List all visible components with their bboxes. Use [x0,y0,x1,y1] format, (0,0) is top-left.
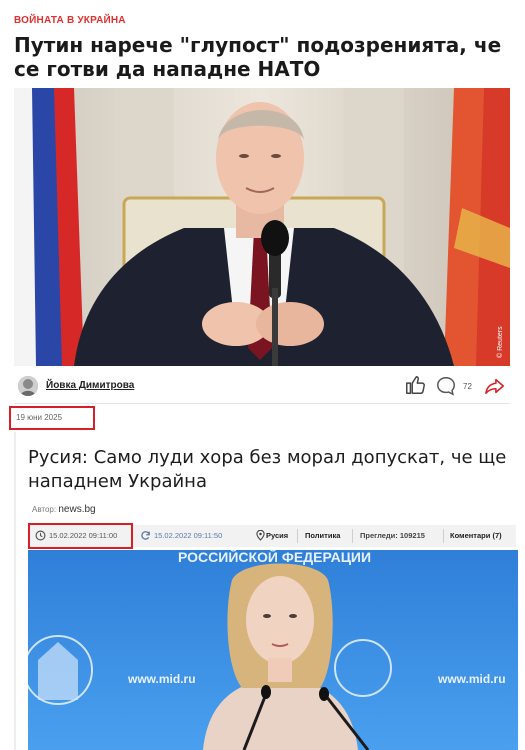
backdrop-text-left: www.mid.ru [127,672,196,686]
divider [14,403,510,404]
russian-flag-left [14,88,84,366]
views-counter: Прегледи: 109215 [360,531,425,540]
author-link[interactable]: Йовка Димитрова [46,380,134,391]
backdrop-text-top: РОССИЙСКОЙ ФЕДЕРАЦИИ [178,550,371,565]
share-arrow-icon[interactable] [484,376,506,396]
photo-credit: © Reuters [496,326,504,358]
category-label[interactable]: ВОЙНАТА В УКРАЙНА [14,15,126,26]
zakharova-photo-illustration: РОССИЙСКОЙ ФЕДЕРАЦИИ www.mid.ru www.mid.… [28,550,518,750]
second-article-title[interactable]: Русия: Само луди хора без морал допускат… [28,446,508,494]
thumbs-up-icon[interactable] [404,374,426,396]
putin-photo-illustration: © Reuters [14,88,510,366]
views-label: Прегледи: [360,531,398,540]
second-article-photo[interactable]: РОССИЙСКОЙ ФЕДЕРАЦИИ www.mid.ru www.mid.… [28,550,518,750]
author-source[interactable]: news.bg [58,504,95,515]
article-date: 19 юни 2025 [16,413,63,422]
second-article-author: Автор: news.bg [32,504,96,515]
location-pin-icon [256,530,265,541]
refresh-icon [141,531,150,540]
comment-bubble-icon[interactable] [435,375,457,397]
comments-count: (7) [492,531,502,540]
date-highlight-box-2 [28,523,133,549]
views-count: 109215 [399,531,425,540]
comment-count: 72 [463,382,472,391]
article-meta-bar: Йовка Димитрова 72 [14,372,510,400]
comments-label: Коментари [450,531,491,540]
russian-flag-right [444,88,510,366]
location-tag[interactable]: Русия [266,531,288,540]
updated-datetime: 15.02.2022 09:11:50 [154,531,223,540]
author-label: Автор: [32,505,57,514]
backdrop-text-right: www.mid.ru [437,672,506,686]
comments-link[interactable]: Коментари (7) [450,531,502,540]
article-photo[interactable]: © Reuters [14,88,510,366]
article-title[interactable]: Путин нарече "глупост" подозренията, че … [14,33,504,81]
section-tag[interactable]: Политика [305,531,340,540]
author-avatar[interactable] [18,376,38,396]
